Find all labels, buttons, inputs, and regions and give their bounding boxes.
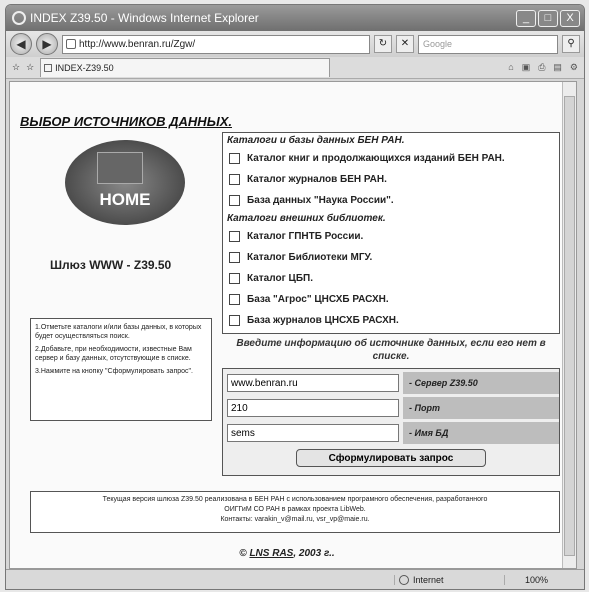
- port-input[interactable]: [227, 399, 399, 417]
- feeds-icon[interactable]: ▣: [522, 62, 531, 73]
- catalog-item[interactable]: База журналов ЦНСХБ РАСХН.: [223, 310, 559, 331]
- custom-source-form: - Сервер Z39.50 - Порт - Имя БД Сформули…: [222, 368, 560, 476]
- server-label: - Сервер Z39.50: [403, 372, 559, 394]
- catalog-label: Каталог книг и продолжающихся изданий БЕ…: [247, 153, 505, 164]
- gateway-title: Шлюз WWW - Z39.50: [50, 258, 172, 272]
- scrollbar-thumb[interactable]: [564, 96, 575, 556]
- catalog-label: Каталог ГПНТБ России.: [247, 231, 364, 242]
- minimize-button[interactable]: _: [516, 9, 536, 27]
- zoom-level[interactable]: 100%: [504, 574, 584, 585]
- home-icon[interactable]: ⌂: [508, 62, 513, 73]
- tab-bar: ☆ ☆ INDEX-Z39.50 ⌂ ▣ ⎙ ▤ ⚙: [6, 57, 584, 79]
- ext-section-title: Каталоги внешних библиотек.: [227, 213, 386, 224]
- catalog-item[interactable]: База "Агрос" ЦНСХБ РАСХН.: [223, 289, 559, 310]
- instruction-3: 3.Нажмите на кнопку "Сформулировать запр…: [35, 368, 193, 375]
- browser-window: INDEX Z39.50 - Windows Internet Explorer…: [5, 4, 585, 590]
- favorites-star-icon[interactable]: ☆: [12, 62, 20, 73]
- credits-line-2: ОИГГиМ СО РАН в рамках проекта LibWeb.: [224, 506, 366, 513]
- catalog-item[interactable]: Каталог ГПНТБ России.: [223, 226, 559, 247]
- catalog-item[interactable]: Каталог книг и продолжающихся изданий БЕ…: [223, 148, 559, 169]
- checkbox[interactable]: [229, 273, 240, 284]
- zone-label: Internet: [413, 574, 444, 585]
- page-heading: ВЫБОР ИСТОЧНИКОВ ДАННЫХ.: [20, 114, 232, 129]
- catalog-item[interactable]: Каталог Библиотеки МГУ.: [223, 247, 559, 268]
- stop-icon[interactable]: ✕: [396, 35, 414, 53]
- catalog-item[interactable]: Каталог журналов БЕН РАН.: [223, 169, 559, 190]
- checkbox[interactable]: [229, 231, 240, 242]
- maximize-button[interactable]: □: [538, 9, 558, 27]
- back-button[interactable]: ◀: [10, 33, 32, 55]
- lns-ras-link[interactable]: LNS RAS: [249, 548, 293, 559]
- page-menu-icon[interactable]: ▤: [553, 62, 562, 73]
- checkbox[interactable]: [229, 315, 240, 326]
- instruction-1: 1.Отметьте каталоги и/или базы данных, в…: [35, 324, 202, 340]
- close-button[interactable]: X: [560, 9, 580, 27]
- ben-section-title: Каталоги и базы данных БЕН РАН.: [227, 135, 405, 146]
- window-title: INDEX Z39.50 - Windows Internet Explorer: [30, 11, 259, 25]
- catalog-label: Каталог журналов БЕН РАН.: [247, 174, 387, 185]
- tab-label: INDEX-Z39.50: [55, 63, 114, 73]
- refresh-icon[interactable]: ↻: [374, 35, 392, 53]
- print-icon[interactable]: ⎙: [538, 62, 545, 73]
- page-body: ВЫБОР ИСТОЧНИКОВ ДАННЫХ. HOME Шлюз WWW -…: [10, 82, 564, 568]
- catalog-item[interactable]: Каталог ЦБП.: [223, 268, 559, 289]
- tab-page-icon: [44, 64, 53, 72]
- page-icon: [66, 38, 76, 49]
- credits-line-3: Контакты: varakin_v@mail.ru, vsr_vp@maie…: [220, 516, 370, 523]
- checkbox[interactable]: [229, 153, 240, 164]
- port-label: - Порт: [403, 397, 559, 419]
- page-viewport: ВЫБОР ИСТОЧНИКОВ ДАННЫХ. HOME Шлюз WWW -…: [9, 81, 577, 569]
- formulate-query-button[interactable]: Сформулировать запрос: [296, 449, 486, 467]
- search-input[interactable]: Google: [418, 34, 558, 54]
- catalog-list: Каталоги и базы данных БЕН РАН. Каталог …: [222, 132, 560, 334]
- catalog-label: Каталог Библиотеки МГУ.: [247, 252, 373, 263]
- search-icon[interactable]: ⚲: [562, 35, 580, 53]
- checkbox[interactable]: [229, 174, 240, 185]
- instruction-2: 2.Добавьте, при необходимости, известные…: [35, 346, 192, 362]
- forward-button[interactable]: ▶: [36, 33, 58, 55]
- vertical-scrollbar[interactable]: [562, 82, 576, 568]
- copyright-year: , 2003 г..: [293, 548, 335, 559]
- tools-menu-icon[interactable]: ⚙: [570, 62, 578, 73]
- tab-index-z3950[interactable]: INDEX-Z39.50: [40, 58, 331, 77]
- copyright-symbol: ©: [239, 548, 247, 559]
- source-prompt: Введите информацию об источнике данных, …: [236, 338, 546, 362]
- checkbox[interactable]: [229, 294, 240, 305]
- security-zone: Internet: [394, 574, 504, 585]
- catalog-label: Каталог ЦБП.: [247, 273, 313, 284]
- home-label: HOME: [99, 190, 151, 209]
- credits-line-1: Текущая версия шлюза Z39.50 реализована …: [102, 496, 488, 503]
- catalog-label: База журналов ЦНСХБ РАСХН.: [247, 315, 399, 326]
- catalog-item[interactable]: База данных "Наука России".: [223, 190, 559, 211]
- catalog-label: База данных "Наука России".: [247, 195, 394, 206]
- copyright: © LNS RAS, 2003 г..: [10, 548, 564, 559]
- address-bar-row: ◀ ▶ http://www.benran.ru/Zgw/ ↻ ✕ Google…: [6, 31, 584, 57]
- database-input[interactable]: [227, 424, 399, 442]
- status-bar: Internet 100%: [6, 569, 584, 589]
- ie-logo-icon: [12, 11, 26, 25]
- server-input[interactable]: [227, 374, 399, 392]
- instructions-box: 1.Отметьте каталоги и/или базы данных, в…: [30, 318, 212, 421]
- globe-icon: [399, 574, 409, 585]
- checkbox[interactable]: [229, 195, 240, 206]
- home-logo[interactable]: HOME: [65, 140, 185, 225]
- add-favorites-icon[interactable]: ☆: [26, 62, 34, 73]
- checkbox[interactable]: [229, 252, 240, 263]
- credits-box: Текущая версия шлюза Z39.50 реализована …: [30, 491, 560, 533]
- title-bar: INDEX Z39.50 - Windows Internet Explorer…: [6, 5, 584, 31]
- address-field[interactable]: http://www.benran.ru/Zgw/: [62, 34, 370, 54]
- database-label: - Имя БД: [403, 422, 559, 444]
- home-picture-icon: [97, 152, 143, 184]
- catalog-label: База "Агрос" ЦНСХБ РАСХН.: [247, 294, 389, 305]
- address-url: http://www.benran.ru/Zgw/: [79, 38, 196, 50]
